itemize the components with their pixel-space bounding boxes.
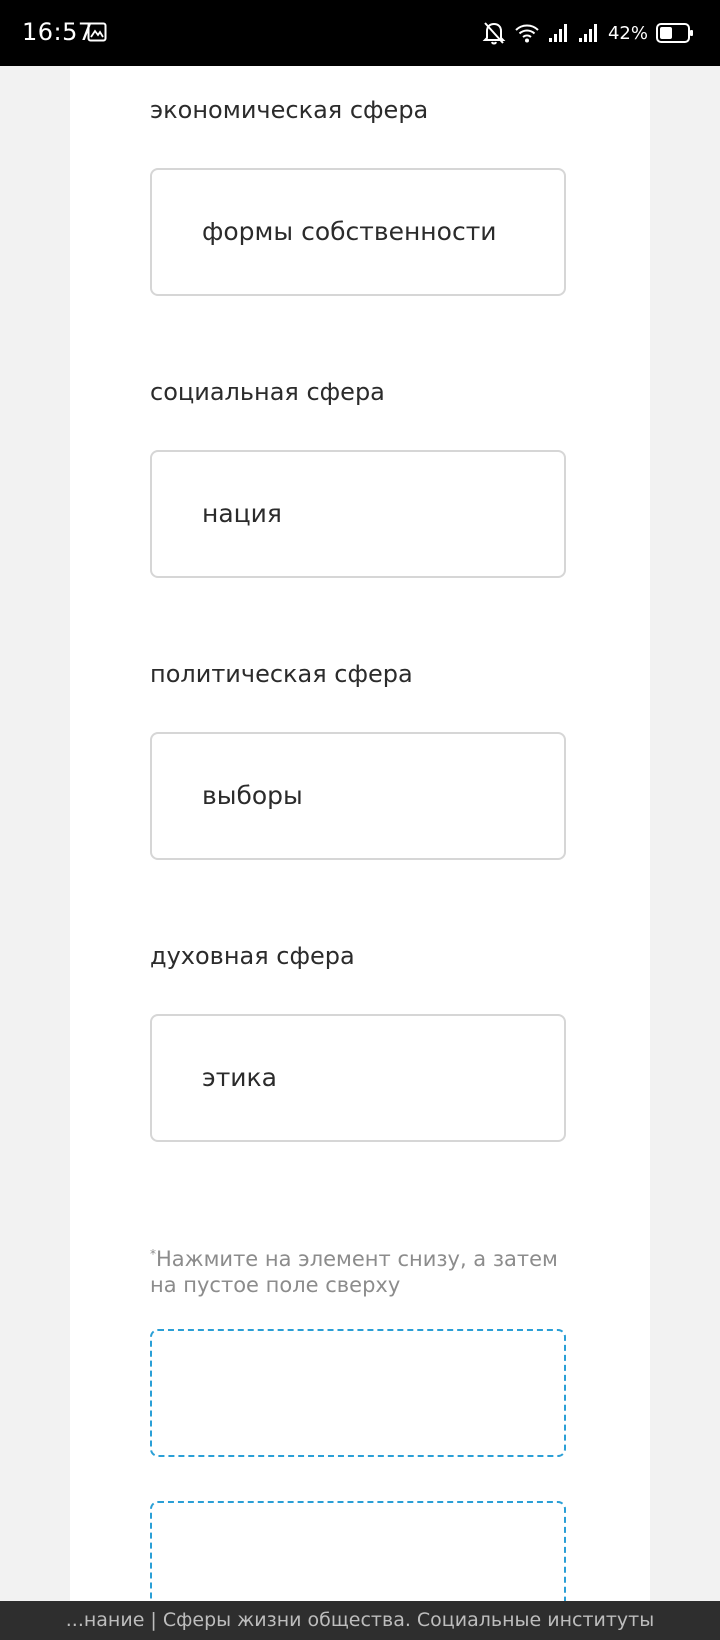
sphere-label-political: политическая сфера xyxy=(150,660,413,688)
instruction-hint: *Нажмите на элемент снизу, а затем на пу… xyxy=(150,1241,566,1298)
battery-icon xyxy=(656,23,693,43)
battery-percent: 42% xyxy=(607,22,648,44)
sphere-label-spiritual: духовная сфера xyxy=(150,942,355,970)
signal-icon xyxy=(578,24,597,42)
answer-text: этика xyxy=(202,1063,277,1092)
answer-text: формы собственности xyxy=(202,217,497,246)
answer-box-social[interactable]: нация xyxy=(150,450,566,578)
answer-box-economic[interactable]: формы собственности xyxy=(150,168,566,296)
status-time: 16:57 xyxy=(22,18,94,46)
answer-box-spiritual[interactable]: этика xyxy=(150,1014,566,1142)
page-title-bar: ...нание | Сферы жизни общества. Социаль… xyxy=(0,1601,720,1640)
answer-text: выборы xyxy=(202,781,303,810)
exercise-card: экономическая сфера формы собственности … xyxy=(70,66,650,1629)
page-title: ...нание | Сферы жизни общества. Социаль… xyxy=(65,1609,655,1631)
hint-text: Нажмите на элемент снизу, а затем на пус… xyxy=(150,1247,558,1297)
sphere-label-social: социальная сфера xyxy=(150,378,385,406)
wifi-icon xyxy=(515,24,539,43)
answer-text: нация xyxy=(202,499,282,528)
bell-off-icon xyxy=(482,22,506,45)
sphere-label-economic: экономическая сфера xyxy=(150,96,429,124)
gallery-icon xyxy=(87,22,107,42)
answer-box-political[interactable]: выборы xyxy=(150,732,566,860)
status-icons: 42% xyxy=(482,18,694,48)
status-bar: 16:57 42% xyxy=(0,0,720,66)
signal-icon xyxy=(548,24,567,42)
drop-slot[interactable] xyxy=(150,1329,566,1457)
